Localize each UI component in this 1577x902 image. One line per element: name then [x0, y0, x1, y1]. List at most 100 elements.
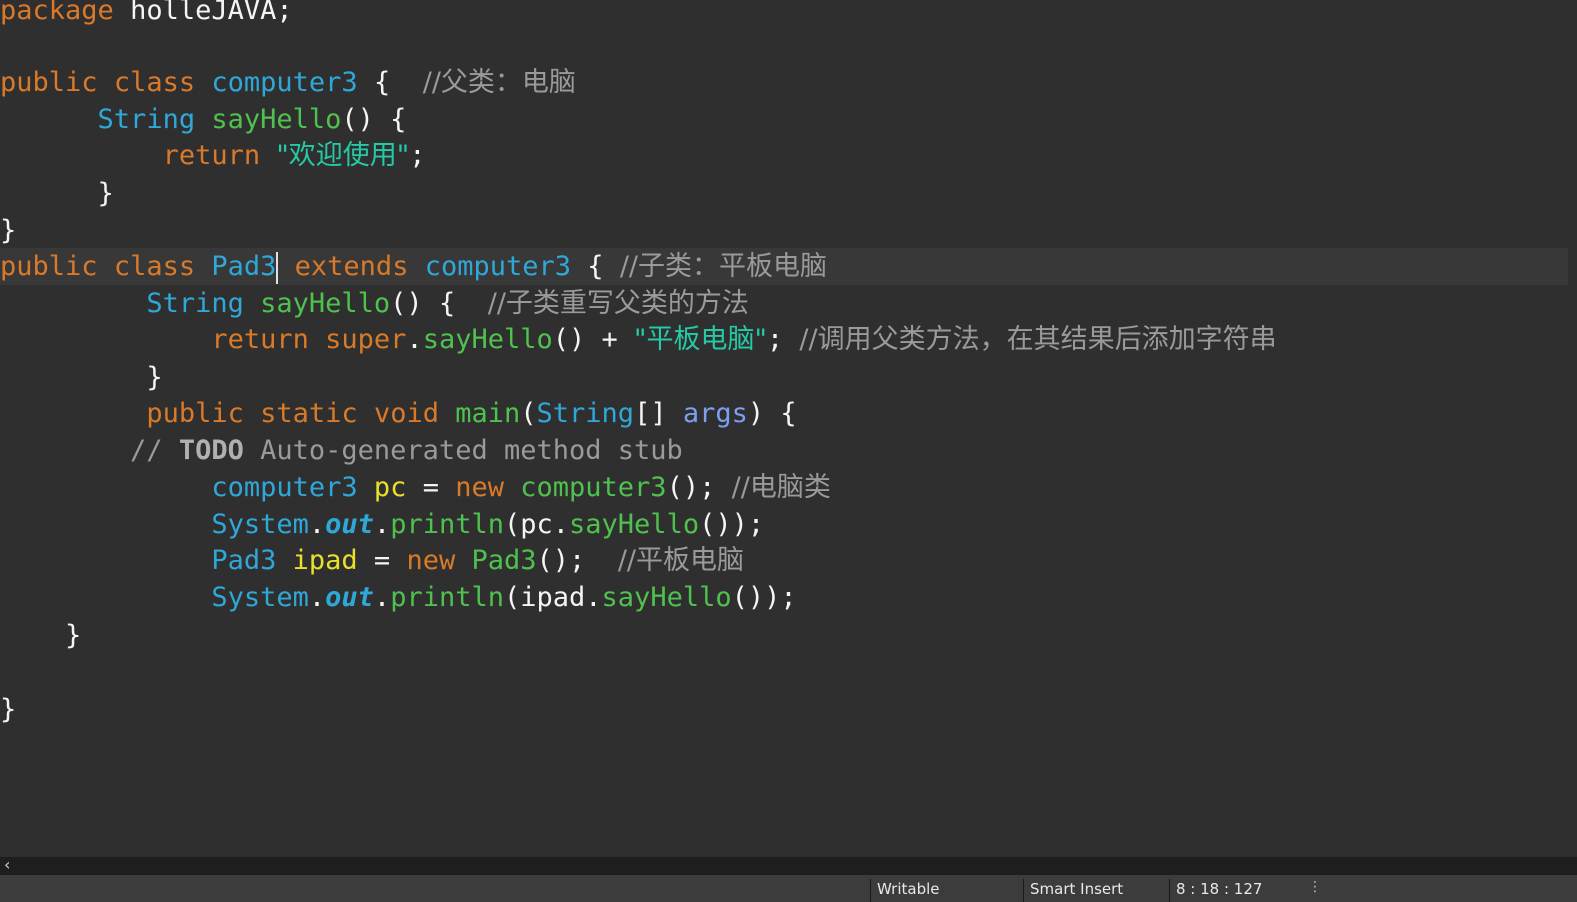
- code-line-5[interactable]: return "欢迎使用";: [0, 137, 426, 174]
- keyword: static: [260, 398, 358, 429]
- punctuation: ;: [409, 140, 426, 171]
- method-call: sayHello: [601, 582, 732, 613]
- class-name: System: [211, 509, 309, 540]
- punctuation: .: [585, 582, 602, 613]
- status-bar: Writable Smart Insert 8 : 18 : 127 ⋮: [0, 875, 1577, 902]
- punctuation: () {: [341, 104, 407, 135]
- punctuation: (: [503, 582, 521, 613]
- punctuation: []: [634, 398, 667, 429]
- code-line-9[interactable]: String sayHello() { //子类重写父类的方法: [0, 285, 749, 322]
- method-name: main: [455, 398, 521, 429]
- type: String: [97, 104, 196, 135]
- punctuation: ());: [699, 509, 765, 540]
- code-line-1[interactable]: package holleJAVA;: [0, 0, 293, 29]
- local-variable: pc: [373, 472, 407, 503]
- method-call: sayHello: [422, 324, 553, 355]
- static-field: out: [325, 509, 374, 540]
- code-line-3[interactable]: public class computer3 { //父类：电脑: [0, 64, 576, 101]
- punctuation: ) {: [747, 398, 797, 429]
- string-literal: "平板电脑": [634, 324, 767, 355]
- keyword: extends: [294, 251, 409, 282]
- punctuation: ();: [536, 545, 586, 576]
- constructor-call: computer3: [520, 472, 667, 503]
- code-line-18[interactable]: }: [0, 617, 81, 654]
- operator: =: [373, 545, 391, 576]
- variable-ref: pc: [520, 509, 553, 540]
- code-line-13[interactable]: // TODO Auto-generated method stub: [0, 432, 683, 469]
- comment: Auto-generated method stub: [260, 435, 683, 466]
- type: String: [536, 398, 635, 429]
- brace: {: [373, 67, 391, 98]
- code-line-20[interactable]: }: [0, 691, 16, 728]
- punctuation: .: [308, 509, 326, 540]
- brace: }: [0, 215, 17, 246]
- code-line-6[interactable]: }: [0, 175, 114, 212]
- keyword: public: [0, 251, 98, 282]
- constructor-call: Pad3: [471, 545, 537, 576]
- punctuation: .: [373, 582, 391, 613]
- class-name: Pad3: [211, 251, 277, 282]
- comment: //子类重写父类的方法: [487, 288, 749, 319]
- string-literal: "欢迎使用": [276, 140, 410, 171]
- code-line-14[interactable]: computer3 pc = new computer3(); //电脑类: [0, 469, 831, 506]
- text-cursor: [276, 251, 279, 284]
- package-name: holleJAVA;: [130, 0, 293, 26]
- keyword: public: [0, 67, 98, 98]
- method-call: println: [390, 582, 504, 613]
- horizontal-scrollbar[interactable]: ‹: [0, 855, 1577, 875]
- punctuation: () {: [390, 288, 456, 319]
- keyword: class: [113, 67, 196, 98]
- keyword: package: [0, 0, 114, 26]
- status-menu-icon[interactable]: ⋮: [1308, 879, 1322, 895]
- comment: //电脑类: [731, 472, 831, 503]
- comment: //父类：电脑: [422, 67, 576, 98]
- status-writable: Writable: [870, 879, 1023, 902]
- brace: }: [97, 178, 114, 209]
- brace: }: [65, 620, 82, 651]
- scroll-left-icon[interactable]: ‹: [4, 855, 10, 874]
- keyword: return: [211, 324, 309, 355]
- parameter: args: [682, 398, 748, 429]
- punctuation: .: [308, 582, 326, 613]
- method-call: println: [390, 509, 504, 540]
- code-line-10[interactable]: return super.sayHello() + "平板电脑"; //调用父类…: [0, 321, 1276, 358]
- code-line-15[interactable]: System.out.println(pc.sayHello());: [0, 506, 764, 543]
- punctuation: .: [373, 509, 391, 540]
- punctuation: .: [552, 509, 570, 540]
- class-name: computer3: [211, 67, 358, 98]
- punctuation: ;: [766, 324, 784, 355]
- brace: {: [587, 251, 604, 282]
- keyword: class: [113, 251, 196, 282]
- code-line-17[interactable]: System.out.println(ipad.sayHello());: [0, 579, 796, 616]
- code-line-4[interactable]: String sayHello() {: [0, 101, 407, 138]
- todo-tag: TODO: [178, 435, 244, 466]
- code-line-11[interactable]: }: [0, 359, 163, 396]
- punctuation: () +: [552, 324, 618, 355]
- punctuation: ();: [666, 472, 716, 503]
- class-name: System: [211, 582, 309, 613]
- keyword: void: [373, 398, 439, 429]
- code-line-7[interactable]: }: [0, 212, 16, 249]
- comment: //平板电脑: [617, 545, 745, 576]
- keyword: new: [455, 472, 504, 503]
- comment: //子类：平板电脑: [619, 251, 828, 282]
- keyword: super: [325, 324, 407, 355]
- type: computer3: [211, 472, 358, 503]
- keyword: return: [162, 140, 261, 171]
- brace: }: [0, 694, 17, 725]
- keyword: new: [406, 545, 456, 576]
- method-call: sayHello: [569, 509, 700, 540]
- brace: }: [146, 362, 163, 393]
- punctuation: (: [503, 509, 521, 540]
- local-variable: ipad: [292, 545, 358, 576]
- code-line-16[interactable]: Pad3 ipad = new Pad3(); //平板电脑: [0, 542, 744, 579]
- code-editor[interactable]: package holleJAVA; public class computer…: [0, 0, 1577, 857]
- method-name: sayHello: [211, 104, 342, 135]
- parent-class-name: computer3: [424, 251, 572, 282]
- status-insert-mode: Smart Insert: [1023, 879, 1168, 902]
- code-line-12[interactable]: public static void main(String[] args) {: [0, 395, 797, 432]
- variable-ref: ipad: [520, 582, 586, 613]
- code-line-8-current[interactable]: public class Pad3 extends computer3 { //…: [0, 248, 1568, 285]
- punctuation: (: [520, 398, 537, 429]
- type: String: [146, 288, 244, 319]
